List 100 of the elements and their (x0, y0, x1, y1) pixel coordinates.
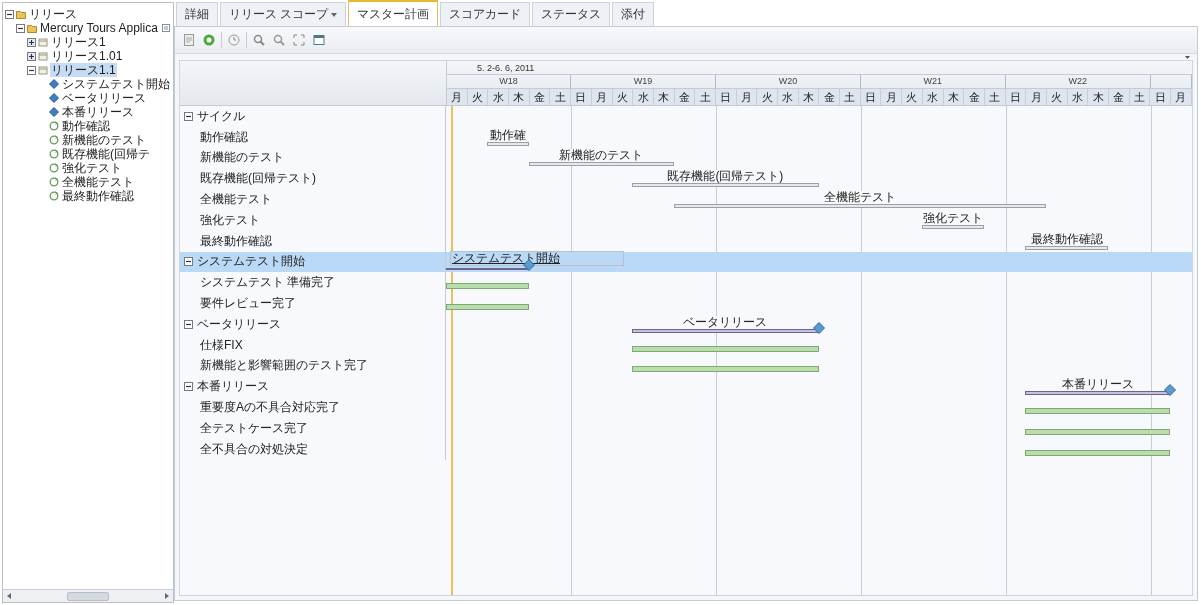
requirement-bar[interactable] (632, 366, 819, 373)
diamond-icon[interactable] (1164, 384, 1177, 397)
row-label[interactable]: 仕様FIX (200, 336, 243, 354)
milestone-bar[interactable] (1025, 391, 1171, 396)
refresh-icon[interactable] (201, 32, 217, 48)
row-label[interactable]: ベータリリース (197, 315, 281, 333)
tree-item[interactable]: システムテスト開始 (61, 77, 171, 91)
scroll-right-icon[interactable] (164, 593, 170, 599)
box-icon (38, 37, 48, 47)
tree-item[interactable]: 最終動作確認 (61, 189, 135, 203)
requirement-bar[interactable] (446, 303, 529, 310)
zoom-out-icon[interactable] (271, 32, 287, 48)
requirement-bar[interactable] (632, 345, 819, 352)
cycle-bar[interactable] (921, 224, 985, 229)
collapse-icon[interactable] (184, 382, 193, 392)
tab[interactable]: マスター計画 (348, 0, 439, 26)
cycle-bar[interactable] (673, 204, 1047, 208)
cycle-bar[interactable] (1025, 245, 1109, 250)
day-header: 土 (695, 89, 716, 105)
cycle-icon (49, 177, 59, 187)
collapse-icon[interactable] (5, 9, 14, 19)
day-header: 水 (488, 89, 510, 105)
row-label[interactable]: 動作確認 (200, 128, 248, 146)
cycle-icon (49, 191, 59, 201)
scroll-arrow-icon[interactable] (1185, 55, 1190, 60)
row-label[interactable]: 重要度Aの不具合対応完了 (200, 399, 340, 417)
bar-label: ベータリリース (682, 315, 769, 329)
tree-item[interactable]: リリース (28, 7, 78, 21)
day-header: 日 (1150, 89, 1172, 105)
milestone-bar[interactable] (446, 268, 529, 271)
day-header: 金 (674, 89, 696, 105)
tree-item[interactable]: Mercury Tours Applica (39, 21, 159, 35)
row-label[interactable]: 全テストケース完了 (200, 419, 308, 437)
collapse-icon[interactable] (184, 257, 193, 267)
row-label[interactable]: 本番リリース (197, 378, 269, 396)
requirement-bar[interactable] (446, 283, 529, 290)
bar-label: 強化テスト (922, 211, 984, 225)
clock-icon[interactable] (226, 32, 242, 48)
day-header: 土 (984, 89, 1006, 105)
cycle-bar[interactable] (632, 183, 819, 188)
day-header: 水 (633, 89, 654, 105)
requirement-bar[interactable] (1025, 449, 1171, 456)
expand-icon[interactable] (27, 37, 36, 47)
tab[interactable]: スコアカード (440, 2, 531, 26)
scroll-thumb[interactable] (67, 591, 109, 601)
bar-label: 本番リリース (1060, 378, 1135, 392)
day-header: 日 (715, 89, 737, 105)
document-icon[interactable] (181, 32, 197, 48)
row-label[interactable]: 最終動作確認 (200, 232, 272, 250)
collapse-icon[interactable] (184, 111, 193, 121)
bar-label: 動作確 (489, 128, 528, 142)
cycle-bar[interactable] (487, 141, 529, 146)
collapse-icon[interactable] (27, 65, 36, 75)
row-label[interactable]: 要件レビュー完了 (200, 295, 296, 313)
day-header: 木 (653, 89, 675, 105)
expand-icon[interactable] (27, 51, 36, 61)
day-header: 木 (943, 89, 965, 105)
cycle-icon (49, 121, 59, 131)
calendar-icon[interactable] (311, 32, 327, 48)
milestone-bar[interactable] (632, 328, 819, 333)
day-header: 金 (529, 89, 551, 105)
tree-item[interactable]: リリース1.1 (50, 63, 117, 77)
day-header: 金 (1109, 89, 1130, 105)
tree-item[interactable]: 全機能テスト (61, 175, 135, 189)
row-label[interactable]: システムテスト 準備完了 (200, 274, 336, 292)
week-label: W21 (923, 76, 943, 86)
tree-item[interactable]: 強化テスト (61, 161, 123, 175)
row-label[interactable]: 新機能と影響範囲のテスト完了 (200, 357, 368, 375)
row-label[interactable]: サイクル (197, 107, 245, 125)
tree-item[interactable]: 動作確認 (61, 119, 111, 133)
day-header: 月 (1171, 89, 1192, 105)
requirement-bar[interactable] (1025, 428, 1171, 435)
day-header: 金 (964, 89, 985, 105)
tab[interactable]: リリース スコープ (220, 2, 347, 26)
day-header: 木 (1088, 89, 1109, 105)
tab[interactable]: ステータス (532, 2, 611, 26)
row-label[interactable]: 全不具合の対処決定 (200, 440, 308, 458)
tree-item[interactable]: リリース1 (50, 35, 107, 49)
row-label[interactable]: 新機能のテスト (200, 149, 284, 167)
tree-item[interactable]: ベータリリース (61, 91, 147, 105)
collapse-icon[interactable] (16, 23, 25, 33)
week-label: W20 (778, 76, 798, 86)
tree-item[interactable]: リリース1.01 (50, 49, 124, 63)
diamond-icon[interactable] (812, 321, 825, 334)
tab[interactable]: 詳細 (176, 2, 218, 26)
row-label[interactable]: 既存機能(回帰テスト) (200, 170, 316, 188)
tree-item[interactable]: 新機能のテスト (61, 133, 147, 147)
row-label[interactable]: 強化テスト (200, 211, 260, 229)
tree-item[interactable]: 本番リリース (61, 105, 135, 119)
day-header: 月 (447, 89, 468, 105)
cycle-bar[interactable] (528, 162, 674, 167)
zoom-in-icon[interactable] (251, 32, 267, 48)
scroll-left-icon[interactable] (6, 593, 12, 599)
tree-item[interactable]: 既存機能(回帰テ (61, 147, 151, 161)
row-label[interactable]: 全機能テスト (200, 191, 272, 209)
horizontal-scrollbar[interactable] (3, 589, 173, 602)
row-label[interactable]: システムテスト開始 (197, 253, 305, 271)
collapse-icon[interactable] (184, 319, 193, 329)
tab[interactable]: 添付 (612, 2, 655, 26)
requirement-bar[interactable] (1025, 407, 1171, 414)
